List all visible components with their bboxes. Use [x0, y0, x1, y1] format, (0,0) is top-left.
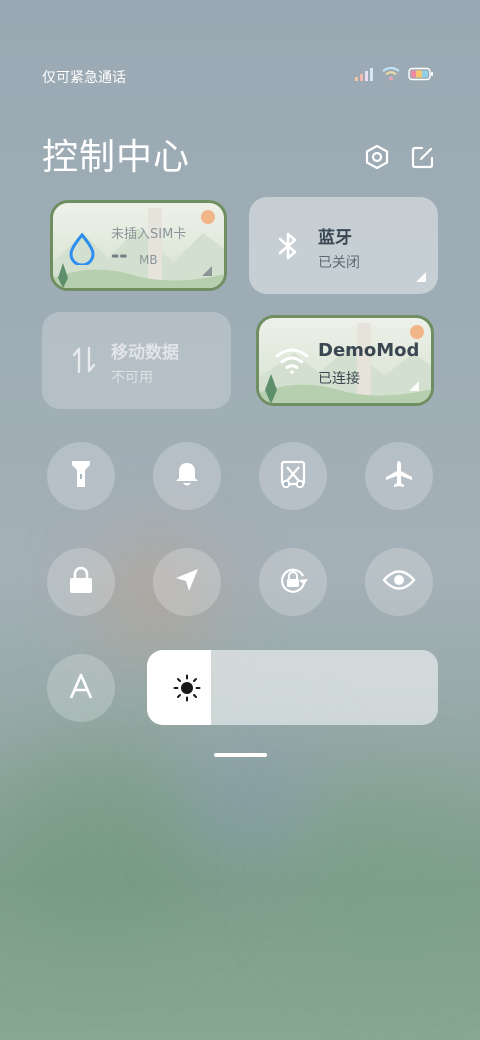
- data-arrows-icon: [70, 345, 98, 379]
- data-usage-label: 未插入SIM卡: [111, 227, 187, 242]
- airplane-mode-toggle[interactable]: [365, 442, 433, 510]
- expand-corner-icon: [409, 381, 419, 391]
- rotation-lock-icon: [277, 564, 309, 600]
- reading-mode-toggle[interactable]: [365, 548, 433, 616]
- ring-mode-toggle[interactable]: [153, 442, 221, 510]
- screenshot-toggle[interactable]: [259, 442, 327, 510]
- flashlight-toggle[interactable]: [47, 442, 115, 510]
- data-usage-unit: MB: [139, 253, 158, 267]
- wifi-tile[interactable]: DemoMod 已连接: [256, 315, 434, 406]
- mobile-data-status: 不可用: [111, 370, 153, 386]
- wifi-network-label: DemoMod: [318, 340, 420, 361]
- sun-icon: [173, 674, 201, 706]
- airplane-icon: [384, 459, 414, 493]
- expand-corner-icon: [202, 266, 212, 276]
- data-usage-value: --: [111, 243, 128, 267]
- eye-icon: [382, 569, 416, 595]
- lock-icon: [68, 566, 94, 598]
- status-icons: [354, 66, 434, 85]
- edit-button[interactable]: [408, 144, 438, 174]
- wifi-icon: [382, 66, 400, 85]
- brightness-slider[interactable]: [147, 650, 438, 725]
- location-icon: [174, 567, 200, 597]
- bluetooth-label: 蓝牙: [318, 228, 352, 248]
- drag-handle[interactable]: [214, 753, 267, 757]
- bluetooth-icon: [275, 231, 301, 265]
- mobile-data-tile[interactable]: 移动数据 不可用: [42, 312, 231, 409]
- battery-icon: [408, 66, 434, 85]
- edit-icon: [410, 144, 436, 174]
- auto-brightness-toggle[interactable]: [47, 654, 115, 722]
- mobile-data-label: 移动数据: [111, 343, 179, 363]
- font-a-icon: [68, 673, 94, 703]
- lock-screen-toggle[interactable]: [47, 548, 115, 616]
- water-drop-icon: [67, 232, 97, 269]
- screenshot-icon: [278, 459, 308, 493]
- bluetooth-tile[interactable]: 蓝牙 已关闭: [249, 197, 438, 294]
- carrier-status: 仅可紧急通话: [42, 70, 126, 86]
- signal-icon: [354, 66, 374, 85]
- wifi-icon: [275, 348, 309, 378]
- settings-button[interactable]: [362, 144, 392, 174]
- flashlight-icon: [69, 459, 93, 493]
- page-title: 控制中心: [42, 137, 191, 178]
- wifi-status: 已连接: [318, 371, 360, 387]
- settings-icon: [364, 144, 390, 174]
- bell-icon: [173, 460, 201, 492]
- rotation-lock-toggle[interactable]: [259, 548, 327, 616]
- location-toggle[interactable]: [153, 548, 221, 616]
- data-usage-tile[interactable]: 未插入SIM卡 -- MB: [50, 200, 227, 291]
- expand-corner-icon: [416, 272, 426, 282]
- bluetooth-status: 已关闭: [318, 255, 360, 271]
